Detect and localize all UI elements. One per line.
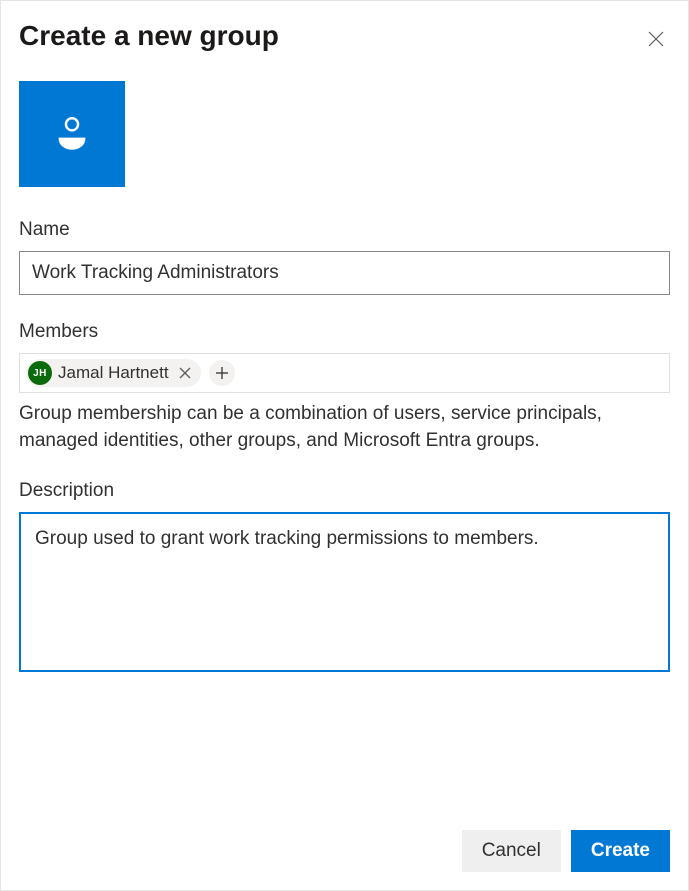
- members-help-text: Group membership can be a combination of…: [19, 401, 670, 454]
- member-name: Jamal Hartnett: [58, 363, 169, 383]
- dialog-header: Create a new group: [19, 19, 670, 53]
- cancel-button[interactable]: Cancel: [462, 830, 561, 872]
- description-field-group: Description: [19, 480, 670, 677]
- name-label: Name: [19, 219, 670, 241]
- close-icon: [648, 31, 664, 47]
- add-member-button[interactable]: [209, 360, 235, 386]
- create-group-dialog: Create a new group Name Members JH Jamal…: [1, 1, 688, 890]
- dialog-footer: Cancel Create: [19, 816, 670, 890]
- close-icon: [179, 367, 191, 379]
- create-button[interactable]: Create: [571, 830, 670, 872]
- close-button[interactable]: [642, 25, 670, 53]
- name-input[interactable]: [19, 251, 670, 295]
- name-field-group: Name: [19, 219, 670, 295]
- member-chip: JH Jamal Hartnett: [26, 359, 201, 387]
- members-input[interactable]: JH Jamal Hartnett: [19, 353, 670, 393]
- members-field-group: Members JH Jamal Hartnett Group memb: [19, 321, 670, 454]
- plus-icon: [215, 366, 229, 380]
- description-label: Description: [19, 480, 670, 502]
- remove-member-button[interactable]: [175, 367, 195, 379]
- description-input[interactable]: [19, 512, 670, 672]
- dialog-title: Create a new group: [19, 19, 279, 53]
- members-label: Members: [19, 321, 670, 343]
- person-icon: [57, 117, 87, 151]
- group-avatar-placeholder[interactable]: [19, 81, 125, 187]
- member-avatar: JH: [28, 361, 52, 385]
